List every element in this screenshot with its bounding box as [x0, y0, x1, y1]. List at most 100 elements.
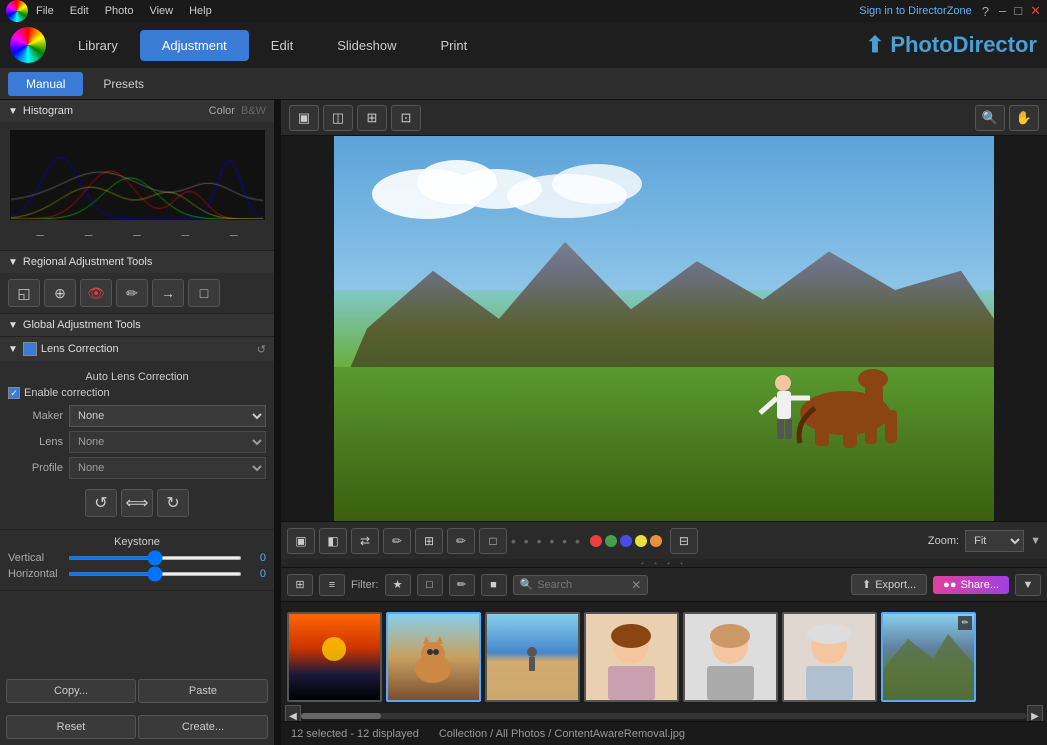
share-button[interactable]: ●● Share... — [933, 576, 1009, 594]
thumb-beach[interactable] — [485, 612, 580, 702]
create-button[interactable]: Create... — [138, 715, 268, 739]
search-input[interactable] — [537, 579, 627, 591]
lens-rotate-left[interactable]: ↺ — [85, 489, 117, 517]
nav-tab-library[interactable]: Library — [56, 30, 140, 61]
filter-star[interactable]: ★ — [385, 574, 411, 596]
tool-arrow[interactable]: → — [152, 279, 184, 307]
maker-select[interactable]: None — [69, 405, 266, 427]
regional-tools-arrow: ▼ — [8, 257, 18, 268]
dot-blue[interactable] — [620, 535, 632, 547]
subtab-manual[interactable]: Manual — [8, 72, 83, 96]
filter-more[interactable]: ■ — [481, 574, 507, 596]
zoom-select[interactable]: Fit Fill 25% 50% 75% 100% 150% 200% — [965, 530, 1024, 552]
bt-tool6[interactable]: ✏ — [447, 528, 475, 554]
view-grid-btn[interactable]: ⊞ — [357, 105, 387, 131]
view-overlay-btn[interactable]: ⊡ — [391, 105, 421, 131]
histogram-header[interactable]: ▼ Histogram Color B&W — [0, 100, 274, 122]
hist-ctrl-4[interactable]: – — [181, 226, 189, 242]
pan-btn[interactable]: ✋ — [1009, 105, 1039, 131]
hist-ctrl-3[interactable]: – — [133, 226, 141, 242]
thumb-cat[interactable] — [386, 612, 481, 702]
bt-tool3[interactable]: ⇄ — [351, 528, 379, 554]
signin-link[interactable]: Sign in to DirectorZone — [859, 5, 972, 17]
thumb-woman3[interactable] — [782, 612, 877, 702]
drag-handle[interactable]: • • • • — [281, 559, 1047, 567]
regional-tools-header[interactable]: ▼ Regional Adjustment Tools — [0, 251, 274, 273]
enable-checkbox[interactable]: ✓ — [8, 387, 20, 399]
tool-rect[interactable]: □ — [188, 279, 220, 307]
lens-flip[interactable]: ⟺ — [121, 489, 153, 517]
lens-checkbox[interactable] — [23, 342, 37, 356]
dot-red[interactable] — [590, 535, 602, 547]
dot-orange[interactable] — [650, 535, 662, 547]
content-area: ▼ Histogram Color B&W – – – – – ▼ Regio — [0, 100, 1047, 745]
view-single-btn[interactable]: ▣ — [289, 105, 319, 131]
panel-spacer — [0, 591, 274, 673]
filmstrip: ✏ — [281, 601, 1047, 711]
export-button[interactable]: ⬆ Export... — [851, 574, 927, 595]
tool-selection[interactable]: ◱ — [8, 279, 40, 307]
filter-edit[interactable]: ✏ — [449, 574, 475, 596]
scrollbar-thumb[interactable] — [301, 713, 381, 719]
tool-circle[interactable]: ⊕ — [44, 279, 76, 307]
global-tools-header[interactable]: ▼ Global Adjustment Tools — [0, 314, 274, 336]
close-button[interactable]: ✕ — [1030, 3, 1041, 19]
bt-tool1[interactable]: ▣ — [287, 528, 315, 554]
clouds-svg — [367, 144, 667, 224]
filter-bar: ⊞ ≡ Filter: ★ □ ✏ ■ 🔍 ✕ ⬆ Export... ●● S… — [281, 567, 1047, 601]
hist-ctrl-1[interactable]: – — [36, 226, 44, 242]
lens-rotate-right[interactable]: ↻ — [157, 489, 189, 517]
lens-reset-icon[interactable]: ↺ — [257, 343, 266, 356]
lens-select[interactable]: None — [69, 431, 266, 453]
vertical-slider[interactable] — [68, 556, 242, 560]
magnify-btn[interactable]: 🔍 — [975, 105, 1005, 131]
bt-tool2[interactable]: ◧ — [319, 528, 347, 554]
copy-button[interactable]: Copy... — [6, 679, 136, 703]
bt-sort[interactable]: ⊟ — [670, 528, 698, 554]
filter-btn-list[interactable]: ≡ — [319, 574, 345, 596]
thumb-sunset[interactable] — [287, 612, 382, 702]
title-bar: File Edit Photo View Help Sign in to Dir… — [0, 0, 1047, 22]
reset-button[interactable]: Reset — [6, 715, 136, 739]
paste-button[interactable]: Paste — [138, 679, 268, 703]
zoom-dropdown-icon[interactable]: ▼ — [1030, 535, 1041, 547]
lens-correction-header[interactable]: ▼ Lens Correction ↺ — [0, 337, 274, 361]
menu-bar: File Edit Photo View Help — [36, 5, 212, 17]
menu-view[interactable]: View — [149, 5, 173, 17]
nav-tab-print[interactable]: Print — [418, 30, 489, 61]
histogram-arrow: ▼ — [8, 106, 18, 117]
help-icon[interactable]: ? — [982, 4, 989, 19]
menu-photo[interactable]: Photo — [105, 5, 134, 17]
minimize-button[interactable]: – — [999, 3, 1006, 19]
menu-help[interactable]: Help — [189, 5, 212, 17]
bt-tool5[interactable]: ⊞ — [415, 528, 443, 554]
dot-yellow[interactable] — [635, 535, 647, 547]
menu-edit[interactable]: Edit — [70, 5, 89, 17]
thumb-woman2[interactable] — [683, 612, 778, 702]
filter-type[interactable]: □ — [417, 574, 443, 596]
bt-tool4[interactable]: ✏ — [383, 528, 411, 554]
maximize-button[interactable]: □ — [1014, 3, 1022, 19]
nav-tab-slideshow[interactable]: Slideshow — [315, 30, 418, 61]
nav-tab-edit[interactable]: Edit — [249, 30, 315, 61]
tool-eye[interactable]: 👁 — [80, 279, 112, 307]
search-clear-btn[interactable]: ✕ — [631, 578, 641, 592]
filter-btn-grid[interactable]: ⊞ — [287, 574, 313, 596]
thumb-woman1[interactable] — [584, 612, 679, 702]
menu-file[interactable]: File — [36, 5, 54, 17]
bt-tool7[interactable]: □ — [479, 528, 507, 554]
nav-tab-adjustment[interactable]: Adjustment — [140, 30, 249, 61]
hist-ctrl-5[interactable]: – — [230, 226, 238, 242]
profile-select[interactable]: None — [69, 457, 266, 479]
horizontal-slider[interactable] — [68, 572, 242, 576]
share-more-btn[interactable]: ▼ — [1015, 574, 1041, 596]
dot-green[interactable] — [605, 535, 617, 547]
histogram-bw-label[interactable]: B&W — [241, 105, 266, 117]
nav-tabs: Library Adjustment Edit Slideshow Print — [56, 30, 866, 61]
thumb-mountain[interactable]: ✏ — [881, 612, 976, 702]
tool-brush[interactable]: ✏ — [116, 279, 148, 307]
hist-ctrl-2[interactable]: – — [85, 226, 93, 242]
histogram-color-label[interactable]: Color — [209, 105, 235, 117]
subtab-presets[interactable]: Presets — [85, 72, 162, 96]
view-compare-btn[interactable]: ◫ — [323, 105, 353, 131]
